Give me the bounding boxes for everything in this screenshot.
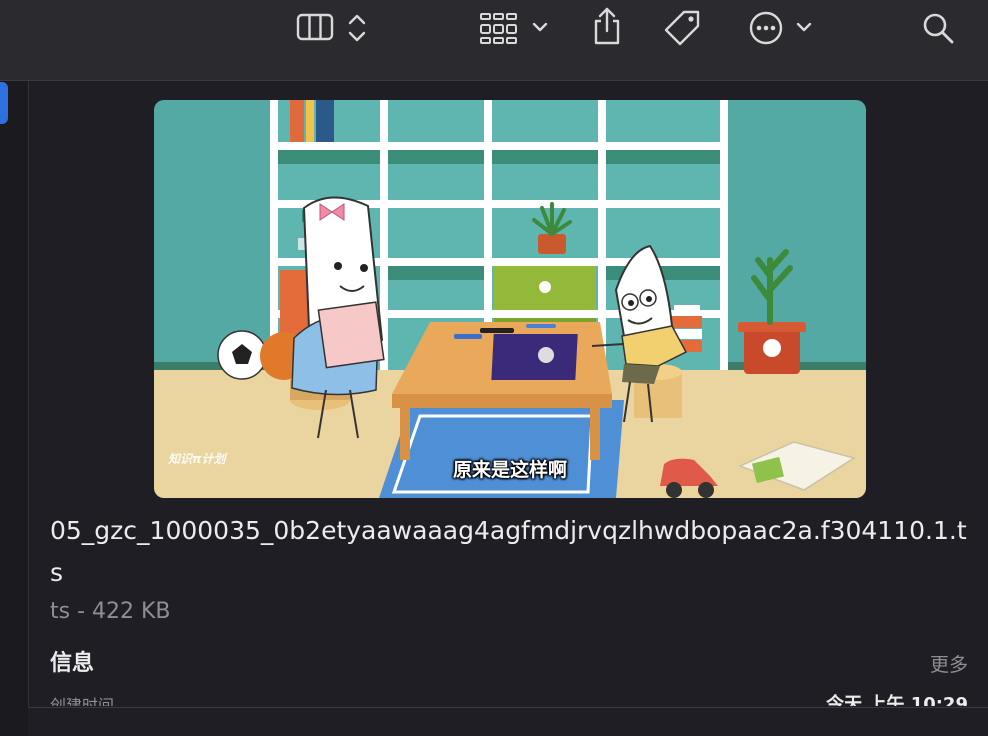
file-name: 05_gzc_1000035_0b2etyaawaaag4agfmdjrvqzl… bbox=[50, 516, 967, 587]
file-meta: ts - 422 KB bbox=[50, 599, 171, 624]
chevron-down-icon[interactable] bbox=[794, 18, 814, 36]
share-icon[interactable] bbox=[590, 6, 624, 46]
chevron-down-icon[interactable] bbox=[530, 18, 550, 36]
video-subtitle: 原来是这样啊 bbox=[452, 459, 567, 481]
more-icon[interactable] bbox=[748, 10, 784, 46]
cartoon-scene-image bbox=[154, 100, 866, 498]
more-link[interactable]: 更多 bbox=[930, 650, 968, 677]
selection-indicator bbox=[0, 82, 8, 124]
video-preview[interactable]: 知识π计划 原来是这样啊 bbox=[154, 100, 866, 498]
info-section-title: 信息 bbox=[50, 651, 95, 676]
search-icon[interactable] bbox=[920, 10, 956, 46]
sidebar-strip bbox=[0, 81, 29, 736]
gallery-grid-icon[interactable] bbox=[478, 12, 520, 46]
tag-icon[interactable] bbox=[662, 8, 704, 48]
toolbar bbox=[0, 0, 988, 81]
columns-view-icon[interactable] bbox=[296, 12, 336, 42]
updown-chevron-icon[interactable] bbox=[346, 12, 368, 44]
bottom-clip-area bbox=[28, 706, 988, 736]
divider bbox=[28, 707, 988, 708]
